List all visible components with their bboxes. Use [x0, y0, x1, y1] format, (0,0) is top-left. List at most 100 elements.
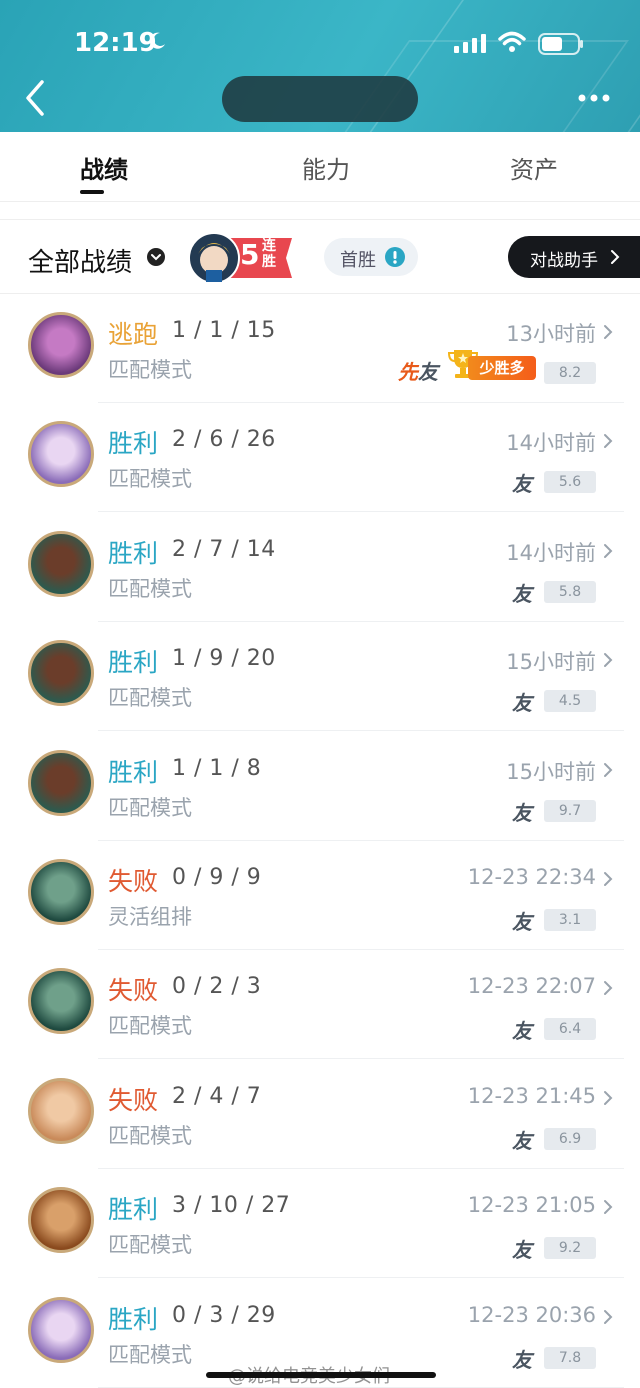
friend-tag: 友	[512, 800, 532, 825]
wifi-icon	[498, 31, 526, 52]
battle-assistant-button[interactable]: 对战助手	[508, 236, 640, 278]
tab-ability[interactable]: 能力	[302, 150, 350, 185]
match-row[interactable]: 逃跑 1 / 1 / 15 匹配模式 13小时前 8.2 先友 少胜多	[0, 294, 640, 403]
kda: 1 / 1 / 15	[172, 318, 276, 343]
match-time: 12-23 21:45	[467, 1083, 596, 1108]
tab-assets[interactable]: 资产	[510, 150, 558, 185]
underdog-win-tag: 少胜多	[468, 356, 536, 380]
streak-label: 连胜	[262, 238, 276, 270]
kda: 3 / 10 / 27	[172, 1193, 291, 1219]
first-win-badge[interactable]: 首胜	[324, 238, 418, 276]
page-title	[222, 76, 418, 122]
kda: 1 / 9 / 20	[172, 646, 276, 672]
match-time: 13小时前	[506, 322, 596, 346]
match-time: 12-23 21:05	[467, 1193, 596, 1218]
match-row[interactable]: 胜利 2 / 7 / 14 匹配模式 14小时前 5.8 友	[0, 513, 640, 622]
kda: 0 / 9 / 9	[172, 865, 262, 890]
champion-avatar	[28, 859, 94, 925]
champion-avatar	[28, 640, 94, 707]
record-filter-dropdown[interactable]: 全部战绩	[28, 242, 132, 279]
match-row[interactable]: 失败 0 / 2 / 3 匹配模式 12-23 22:07 6.4 友	[0, 950, 640, 1060]
match-score: 6.9	[544, 1127, 596, 1150]
first-win-label: 首胜	[340, 250, 376, 271]
match-result: 胜利	[108, 538, 159, 568]
more-options-button[interactable]	[576, 86, 612, 110]
champion-avatar	[28, 749, 94, 816]
match-score: 5.6	[544, 471, 596, 494]
match-result: 失败	[108, 867, 159, 896]
match-score: 9.7	[544, 799, 596, 822]
kda: 0 / 2 / 3	[172, 974, 262, 1000]
match-row[interactable]: 失败 2 / 4 / 7 匹配模式 12-23 21:45 6.9 友	[0, 1060, 640, 1169]
match-time: 12-23 20:36	[467, 1302, 596, 1327]
match-row[interactable]: 胜利 2 / 6 / 26 匹配模式 14小时前 5.6 友	[0, 403, 640, 513]
friend-tag: 友	[512, 1019, 532, 1044]
chevron-down-icon[interactable]	[146, 247, 166, 267]
chevron-right-icon	[604, 325, 613, 339]
match-time: 14小时前	[506, 540, 596, 565]
chevron-right-icon	[604, 434, 613, 449]
champion-avatar	[28, 1296, 94, 1363]
moon-icon	[149, 32, 165, 49]
match-score: 3.1	[544, 909, 596, 931]
friend-tag: 友	[512, 1347, 532, 1372]
tab-record[interactable]: 战绩	[80, 150, 128, 185]
kda: 1 / 1 / 8	[172, 755, 262, 781]
match-row[interactable]: 胜利 1 / 9 / 20 匹配模式 15小时前 4.5 友	[0, 622, 640, 732]
champion-avatar	[28, 421, 94, 488]
match-result: 失败	[108, 1085, 159, 1115]
back-button[interactable]	[20, 78, 50, 118]
game-mode: 匹配模式	[108, 576, 192, 601]
chevron-right-icon	[604, 1309, 613, 1324]
friend-tag: 友	[512, 1128, 532, 1153]
kda: 0 / 3 / 29	[172, 1302, 276, 1328]
game-mode: 匹配模式	[108, 1123, 192, 1148]
friend-tag: 友	[512, 581, 532, 606]
champion-avatar	[28, 530, 94, 597]
match-result: 胜利	[108, 757, 159, 787]
match-result: 胜利	[108, 429, 159, 459]
game-mode: 匹配模式	[108, 795, 192, 820]
match-score: 8.2	[544, 362, 596, 384]
match-time: 15小时前	[506, 759, 596, 784]
match-score: 6.4	[544, 1018, 596, 1041]
champion-avatar	[28, 1187, 94, 1254]
filter-row: 全部战绩 5 连胜 首胜 对战助手	[0, 220, 640, 294]
friend-tag: 友	[512, 910, 532, 934]
cellular-signal-icon	[454, 34, 486, 53]
chevron-right-icon	[604, 653, 613, 668]
app-header: 12:19	[0, 0, 640, 132]
game-mode: 灵活组排	[108, 905, 192, 929]
chevron-right-icon	[604, 1090, 613, 1105]
game-mode: 匹配模式	[108, 686, 192, 711]
battery-icon	[538, 33, 583, 55]
status-time: 12:19	[74, 28, 157, 58]
match-result: 失败	[108, 976, 159, 1006]
section-divider	[0, 202, 640, 220]
kda: 2 / 4 / 7	[172, 1083, 262, 1109]
match-result: 胜利	[108, 648, 159, 678]
game-mode: 匹配模式	[108, 1342, 192, 1367]
kda: 2 / 7 / 14	[172, 536, 276, 562]
chevron-right-icon	[604, 762, 613, 777]
champion-avatar	[28, 312, 94, 378]
match-result: 胜利	[108, 1195, 159, 1225]
active-tab-indicator	[80, 190, 104, 194]
game-mode: 匹配模式	[108, 358, 192, 382]
match-row[interactable]: 失败 0 / 9 / 9 灵活组排 12-23 22:34 3.1 友	[0, 841, 640, 950]
friend-tag: 友	[512, 1238, 532, 1263]
game-mode: 匹配模式	[108, 467, 192, 492]
chevron-right-icon	[611, 250, 620, 264]
chevron-right-icon	[604, 872, 613, 886]
game-mode: 匹配模式	[108, 1233, 192, 1258]
match-result: 逃跑	[108, 320, 159, 349]
first-blood-tag: 先友	[398, 360, 438, 384]
match-row[interactable]: 胜利 1 / 1 / 8 匹配模式 15小时前 9.7 友	[0, 732, 640, 841]
streak-count: 5	[240, 238, 260, 271]
friend-tag: 友	[512, 691, 532, 716]
match-row[interactable]: 胜利 3 / 10 / 27 匹配模式 12-23 21:05 9.2 友	[0, 1169, 640, 1279]
home-indicator	[206, 1372, 436, 1378]
match-time: 15小时前	[506, 650, 596, 675]
chevron-right-icon	[604, 543, 613, 558]
battle-assistant-label: 对战助手	[530, 251, 598, 271]
